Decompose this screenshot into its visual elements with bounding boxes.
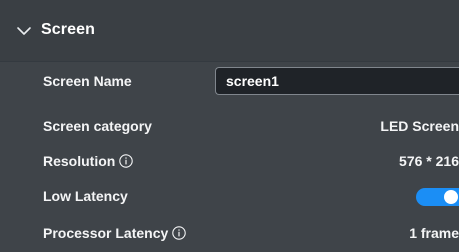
resolution-label: Resolution [43, 151, 134, 171]
resolution-value: 576 * 216 [399, 153, 459, 169]
screen-category-label-text: Screen category [43, 118, 152, 134]
info-icon[interactable] [119, 153, 134, 168]
screen-category-row: Screen category LED Screen [0, 111, 459, 141]
low-latency-label: Low Latency [43, 186, 128, 206]
processor-latency-value: 1 frame [409, 225, 459, 241]
info-icon[interactable] [172, 225, 187, 240]
screen-name-label: Screen Name [43, 71, 132, 91]
processor-latency-row: Processor Latency 1 frame [0, 218, 459, 248]
low-latency-row: Low Latency [0, 181, 459, 211]
screen-settings-panel: Screen Screen Name Screen category LED S… [0, 0, 459, 252]
toggle-knob [444, 190, 458, 204]
screen-category-value: LED Screen [380, 118, 459, 134]
screen-name-row: Screen Name [0, 66, 459, 96]
screen-category-label: Screen category [43, 116, 152, 136]
screen-name-label-text: Screen Name [43, 73, 132, 89]
low-latency-toggle[interactable] [416, 188, 459, 206]
processor-latency-label-text: Processor Latency [43, 225, 169, 241]
screen-name-input[interactable] [215, 67, 459, 95]
section-title: Screen [41, 21, 95, 38]
processor-latency-label: Processor Latency [43, 223, 187, 243]
screen-section-header[interactable]: Screen [0, 0, 459, 62]
chevron-down-icon[interactable] [16, 23, 32, 39]
resolution-label-text: Resolution [43, 153, 116, 169]
resolution-row: Resolution 576 * 216 [0, 146, 459, 176]
low-latency-label-text: Low Latency [43, 188, 128, 204]
